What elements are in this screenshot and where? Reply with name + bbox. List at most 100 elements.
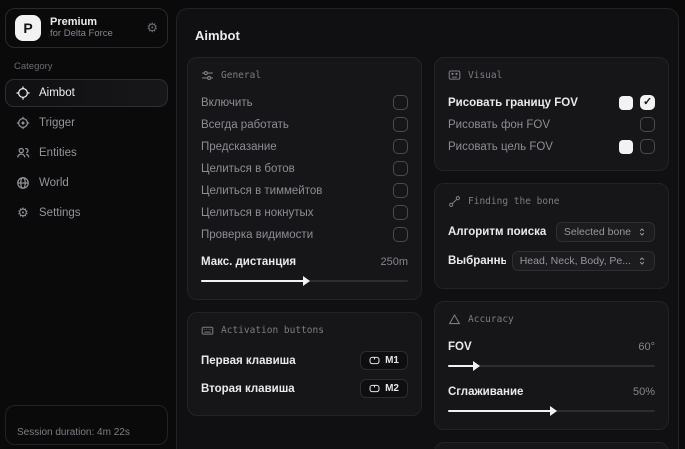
fov-slider[interactable] [448, 361, 655, 371]
section-header: Activation buttons [221, 325, 324, 336]
setting-row: Всегда работать [201, 114, 408, 135]
max-distance-group: Макс. дистанция 250m [201, 251, 408, 286]
target-teammates-checkbox[interactable] [393, 183, 408, 198]
sidebar-item-label: World [39, 177, 69, 189]
crosshair-icon [16, 86, 30, 100]
setting-label: Целиться в нокнутых [201, 207, 314, 219]
brand-card: P Premium for Delta Force ⚙ [5, 8, 168, 48]
setting-label: Первая клавиша [201, 355, 296, 367]
slider-label: FOV [448, 341, 472, 353]
sidebar-item-world[interactable]: World [5, 169, 168, 197]
setting-row: Вторая клавиша M2 [201, 375, 408, 402]
section-header: Finding the bone [468, 196, 560, 207]
app-window: P Premium for Delta Force ⚙ Category Aim… [0, 0, 685, 449]
setting-row: Целиться в ботов [201, 158, 408, 179]
setting-row: Рисовать цель FOV [448, 136, 655, 157]
chevron-up-down-icon [637, 256, 647, 266]
prediction-checkbox[interactable] [393, 139, 408, 154]
category-label: Category [14, 61, 168, 72]
slider-value: 250m [380, 256, 408, 268]
sidebar-item-label: Trigger [39, 117, 75, 129]
fov-group: FOV 60° [448, 336, 655, 371]
setting-row: Рисовать фон FOV [448, 114, 655, 135]
first-key-button[interactable]: M1 [360, 351, 408, 370]
setting-row: Целиться в тиммейтов [201, 180, 408, 201]
slider-value: 50% [633, 386, 655, 398]
sidebar-item-aimbot[interactable]: Aimbot [5, 79, 168, 107]
users-icon [16, 146, 30, 160]
sidebar-item-label: Settings [39, 207, 81, 219]
selected-value: Head, Neck, Body, Pe... [520, 255, 631, 267]
mouse-icon [369, 383, 380, 394]
slider-label: Макс. дистанция [201, 256, 296, 268]
enable-checkbox[interactable] [393, 95, 408, 110]
setting-label: Целиться в ботов [201, 163, 295, 175]
triangle-icon [448, 313, 461, 326]
always-work-checkbox[interactable] [393, 117, 408, 132]
target-knocked-checkbox[interactable] [393, 205, 408, 220]
globe-icon [16, 176, 30, 190]
draw-fov-border-checkbox[interactable] [640, 95, 655, 110]
slider-thumb[interactable] [473, 361, 480, 371]
trigger-icon [16, 116, 30, 130]
setting-label: Рисовать фон FOV [448, 119, 550, 131]
session-duration-card: Session duration: 4m 22s [5, 405, 168, 445]
setting-label: Алгоритм поиска кост [448, 226, 550, 238]
sidebar: P Premium for Delta Force ⚙ Category Aim… [0, 0, 174, 449]
fov-target-color-swatch[interactable] [619, 140, 633, 154]
brand-logo: P [15, 15, 41, 41]
left-column: General Включить Всегда работать Предска… [187, 57, 422, 449]
sidebar-item-settings[interactable]: ⚙ Settings [5, 199, 168, 227]
sidebar-item-label: Aimbot [39, 87, 75, 99]
setting-label: Рисовать границу FOV [448, 97, 578, 109]
bone-icon [448, 195, 461, 208]
max-distance-slider[interactable] [201, 276, 408, 286]
keyboard-icon [201, 324, 214, 337]
visibility-check-checkbox[interactable] [393, 227, 408, 242]
mouse-icon [369, 355, 380, 366]
accuracy-card: Accuracy FOV 60° [434, 301, 669, 430]
switch-delay-card: Switch Delay Задержка переключения Задер… [434, 442, 669, 449]
general-card: General Включить Всегда работать Предска… [187, 57, 422, 300]
target-bots-checkbox[interactable] [393, 161, 408, 176]
setting-label: Целиться в тиммейтов [201, 185, 322, 197]
main-area: Aimbot General Включить [174, 0, 685, 449]
setting-label: Рисовать цель FOV [448, 141, 553, 153]
setting-row: Рисовать границу FOV [448, 92, 655, 113]
bone-algorithm-select[interactable]: Selected bone [556, 222, 655, 242]
setting-label: Включить [201, 97, 253, 109]
fov-border-color-swatch[interactable] [619, 96, 633, 110]
setting-row: Алгоритм поиска кост Selected bone [448, 218, 655, 246]
right-column: Visual Рисовать границу FOV Рисовать фон… [434, 57, 669, 449]
setting-label: Вторая клавиша [201, 383, 295, 395]
key-label: M1 [385, 355, 399, 366]
smoothing-group: Сглаживание 50% [448, 381, 655, 416]
section-header: General [221, 70, 261, 81]
section-header: Visual [468, 70, 502, 81]
setting-label: Выбранные кос [448, 255, 506, 267]
selected-bones-select[interactable]: Head, Neck, Body, Pe... [512, 251, 655, 271]
smoothing-slider[interactable] [448, 406, 655, 416]
gear-icon[interactable]: ⚙ [146, 20, 158, 36]
page-title: Aimbot [195, 28, 669, 43]
slider-thumb[interactable] [303, 276, 310, 286]
main-panel: Aimbot General Включить [176, 8, 679, 449]
draw-fov-background-checkbox[interactable] [640, 117, 655, 132]
sidebar-item-entities[interactable]: Entities [5, 139, 168, 167]
setting-row: Выбранные кос Head, Neck, Body, Pe... [448, 247, 655, 275]
slider-label: Сглаживание [448, 386, 523, 398]
second-key-button[interactable]: M2 [360, 379, 408, 398]
sidebar-item-trigger[interactable]: Trigger [5, 109, 168, 137]
brand-title: Premium [50, 16, 137, 29]
settings-gear-icon: ⚙ [16, 206, 30, 220]
activation-card: Activation buttons Первая клавиша M1 Вто… [187, 312, 422, 416]
setting-label: Предсказание [201, 141, 277, 153]
setting-row: Включить [201, 92, 408, 113]
session-duration-text: Session duration: 4m 22s [17, 427, 130, 438]
setting-row: Целиться в нокнутых [201, 202, 408, 223]
bone-card: Finding the bone Алгоритм поиска кост Se… [434, 183, 669, 289]
draw-fov-target-checkbox[interactable] [640, 139, 655, 154]
setting-row: Проверка видимости [201, 224, 408, 245]
setting-row: Первая клавиша M1 [201, 347, 408, 374]
slider-thumb[interactable] [550, 406, 557, 416]
